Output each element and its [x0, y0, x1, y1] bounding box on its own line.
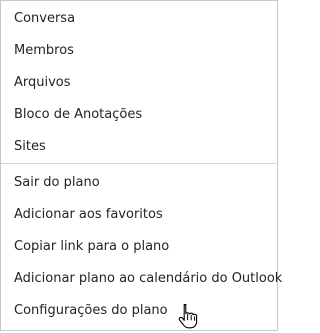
menu-item-membros[interactable]: Membros: [1, 35, 277, 67]
menu-item-sair-do-plano[interactable]: Sair do plano: [1, 167, 277, 199]
menu-item-arquivos[interactable]: Arquivos: [1, 67, 277, 99]
menu-item-adicionar-ao-calendario-outlook[interactable]: Adicionar plano ao calendário do Outlook: [1, 263, 282, 295]
menu-section-navigation: Conversa Membros Arquivos Bloco de Anota…: [1, 1, 277, 163]
menu-section-actions: Sair do plano Adicionar aos favoritos Co…: [1, 164, 282, 327]
menu-item-bloco-de-anotacoes[interactable]: Bloco de Anotações: [1, 99, 277, 131]
menu-item-sites[interactable]: Sites: [1, 131, 277, 163]
menu-item-conversa[interactable]: Conversa: [1, 3, 277, 35]
menu-item-configuracoes-do-plano[interactable]: Configurações do plano: [1, 295, 277, 327]
menu-item-adicionar-aos-favoritos[interactable]: Adicionar aos favoritos: [1, 199, 277, 231]
plan-context-menu: Conversa Membros Arquivos Bloco de Anota…: [0, 0, 282, 331]
menu-item-copiar-link[interactable]: Copiar link para o plano: [1, 231, 277, 263]
